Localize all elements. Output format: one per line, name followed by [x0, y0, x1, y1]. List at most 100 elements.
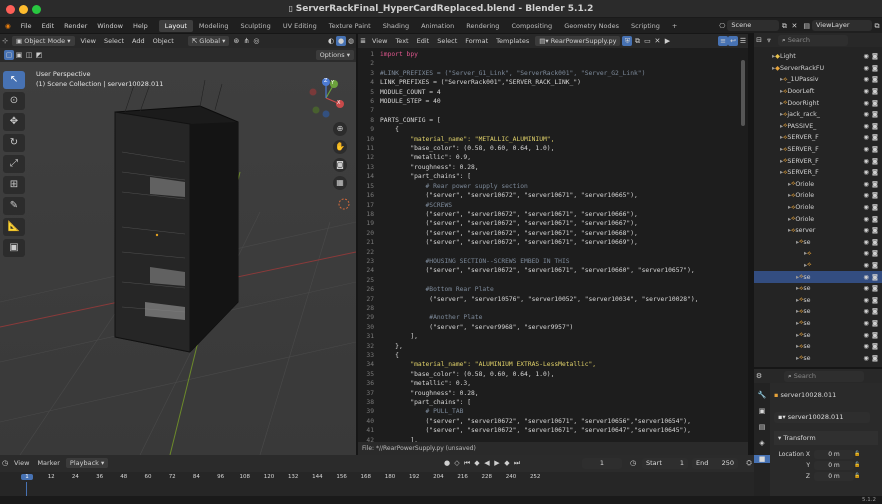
visibility-eye-icon[interactable]: ◉ [863, 123, 869, 130]
outliner-item[interactable]: ▸ ⟡ Oriole ◉ ◙ [754, 179, 882, 191]
tab-shading[interactable]: Shading [377, 20, 415, 32]
outliner-item[interactable]: ▸ ⟡ SERVER_F ◉ ◙ [754, 144, 882, 156]
scene-selector[interactable]: Scene [727, 20, 780, 31]
visibility-eye-icon[interactable]: ◉ [863, 181, 869, 188]
tab-rendering[interactable]: Rendering [460, 20, 505, 32]
visibility-eye-icon[interactable]: ◉ [863, 158, 869, 165]
play-icon[interactable]: ▶ [492, 458, 502, 468]
render-camera-icon[interactable]: ◙ [872, 297, 878, 304]
visibility-eye-icon[interactable]: ◉ [863, 100, 869, 107]
render-camera-icon[interactable]: ◙ [872, 262, 878, 269]
timeline-menu-marker[interactable]: Marker [33, 459, 63, 467]
visibility-eye-icon[interactable]: ◉ [863, 297, 869, 304]
code-line[interactable]: 19 ("server", "server10672", "server1067… [358, 219, 748, 228]
code-line[interactable]: 36 "metallic": 0.3, [358, 379, 748, 388]
tab-layout[interactable]: Layout [158, 19, 193, 32]
tab-scripting[interactable]: Scripting [625, 20, 666, 32]
visibility-eye-icon[interactable]: ◉ [863, 76, 869, 83]
outliner-item[interactable]: ▸ ⟡ DoorLeft ◉ ◙ [754, 86, 882, 98]
next-keyframe-icon[interactable]: ◆ [502, 458, 512, 468]
outliner-item[interactable]: ▸ ⟡ se ◉ ◙ [754, 318, 882, 330]
material-shading-icon[interactable]: ◍ [346, 36, 356, 46]
outliner-item[interactable]: ▸ ⟡ SERVER_F ◉ ◙ [754, 167, 882, 179]
navigation-gizmo[interactable]: X Y Z [304, 76, 348, 120]
timeline-options-icon[interactable]: ⛭ [744, 458, 754, 468]
tool-tab-icon[interactable]: 🔧 [754, 391, 770, 399]
select-tool-icon[interactable]: ↖ [3, 71, 25, 89]
text-file-selector[interactable]: ▤▾ RearPowerSupply.py [535, 36, 621, 46]
run-script-icon[interactable]: ▶ [662, 36, 672, 46]
code-line[interactable]: 5 MODULE_COUNT = 4 [358, 88, 748, 97]
code-line[interactable]: 29 #Another Plate [358, 313, 748, 322]
properties-search-input[interactable]: ⌕ Search [784, 370, 864, 382]
pan-hand-icon[interactable]: ✋ [333, 140, 347, 154]
outliner-item[interactable]: ▸ ⟡ server ◉ ◙ [754, 225, 882, 237]
code-line[interactable]: 30 ("server", "server9968", "server9957"… [358, 323, 748, 332]
visibility-eye-icon[interactable]: ◉ [863, 88, 869, 95]
add-cube-tool-icon[interactable]: ▣ [3, 239, 25, 257]
select-invert-icon[interactable]: ◩ [34, 50, 44, 60]
play-reverse-icon[interactable]: ◀ [482, 458, 492, 468]
code-line[interactable]: 32 }, [358, 342, 748, 351]
code-line[interactable]: 40 ("server", "server10672", "server1067… [358, 417, 748, 426]
current-frame-field[interactable]: 1 [582, 457, 622, 469]
options-button[interactable]: Options ▾ [315, 50, 354, 60]
outliner-search-input[interactable]: ⌕ Search [778, 34, 848, 46]
render-camera-icon[interactable]: ◙ [872, 343, 878, 350]
outliner-item[interactable]: ▸ ⟡ Oriole ◉ ◙ [754, 202, 882, 214]
blender-logo-icon[interactable]: ◉ [0, 22, 16, 30]
code-editor[interactable]: 1 import bpy 2 3 #LINK_PREFIXES = ("Server_G… [358, 48, 748, 442]
render-camera-icon[interactable]: ◙ [872, 65, 878, 72]
3d-viewport[interactable]: User Perspective (1) Scene Collection | … [0, 62, 356, 455]
menu-render[interactable]: Render [59, 22, 92, 30]
prev-keyframe-icon[interactable]: ◆ [472, 458, 482, 468]
timeline-menu-view[interactable]: View [10, 459, 33, 467]
scene-tab-icon[interactable]: ◈ [754, 439, 770, 447]
render-camera-icon[interactable]: ◙ [872, 204, 878, 211]
delete-scene-icon[interactable]: ✕ [789, 21, 799, 31]
render-camera-icon[interactable]: ◙ [872, 227, 878, 234]
outliner-item[interactable]: ▸ ⟡ DoorRight ◉ ◙ [754, 97, 882, 109]
render-camera-icon[interactable]: ◙ [872, 274, 878, 281]
code-line[interactable]: 28 [358, 304, 748, 313]
outliner-item[interactable]: ▸ ⟡ se ◉ ◙ [754, 352, 882, 364]
menu-edit[interactable]: Edit [37, 22, 60, 30]
lock-icon[interactable]: 🔓 [854, 451, 860, 457]
outliner-type-icon[interactable]: ⊟ [754, 35, 764, 45]
code-line[interactable]: 21 ("server", "server10672", "server1067… [358, 238, 748, 247]
code-line[interactable]: 33 { [358, 351, 748, 360]
tab-sculpting[interactable]: Sculpting [234, 20, 276, 32]
code-line[interactable]: 4 LINK_PREFIXES = ("ServerRack001","SERVE… [358, 78, 748, 87]
measure-tool-icon[interactable]: 📐 [3, 218, 25, 236]
outliner-item[interactable]: ▸ ⟡ SERVER_F ◉ ◙ [754, 132, 882, 144]
render-camera-icon[interactable]: ◙ [872, 355, 878, 362]
visibility-eye-icon[interactable]: ◉ [863, 204, 869, 211]
transform-panel-header[interactable]: ▾ Transform [774, 431, 878, 445]
text-menu-edit[interactable]: Edit [413, 37, 434, 45]
code-line[interactable]: 17 #SCREWS [358, 201, 748, 210]
visibility-eye-icon[interactable]: ◉ [863, 65, 869, 72]
code-line[interactable]: 39 # PULL_TAB [358, 407, 748, 416]
outliner-item[interactable]: ▸ ⟡ se ◉ ◙ [754, 283, 882, 295]
snap-icon[interactable]: ⋔ [241, 36, 251, 46]
render-camera-icon[interactable]: ◙ [872, 100, 878, 107]
text-menu-templates[interactable]: Templates [492, 37, 533, 45]
orientation-dropdown[interactable]: ⇱ Global ▾ [187, 36, 230, 46]
outliner-item[interactable]: ▸ ◆ Light ◉ ◙ [754, 51, 882, 63]
zoom-icon[interactable]: ⊕ [333, 122, 347, 136]
render-camera-icon[interactable]: ◙ [872, 181, 878, 188]
cursor-tool-icon[interactable]: ⊙ [3, 92, 25, 110]
text-menu-select[interactable]: Select [433, 37, 461, 45]
timeline-menu-playback[interactable]: Playback ▾ [65, 458, 109, 468]
code-line[interactable]: 31 ], [358, 332, 748, 341]
outliner-item[interactable]: ▸ ⟡ ◉ ◙ [754, 260, 882, 272]
render-camera-icon[interactable]: ◙ [872, 158, 878, 165]
start-frame-field[interactable]: Start 1 [642, 457, 688, 469]
code-line[interactable]: 27 ("server", "server10576", "server1005… [358, 295, 748, 304]
mode-dropdown[interactable]: ▣ Object Mode ▾ [12, 36, 75, 46]
line-numbers-toggle-icon[interactable]: ≡ [718, 36, 728, 46]
visibility-eye-icon[interactable]: ◉ [863, 285, 869, 292]
render-camera-icon[interactable]: ◙ [872, 285, 878, 292]
outliner-item[interactable]: ▸ ⟡ se ◉ ◙ [754, 341, 882, 353]
visibility-eye-icon[interactable]: ◉ [863, 262, 869, 269]
